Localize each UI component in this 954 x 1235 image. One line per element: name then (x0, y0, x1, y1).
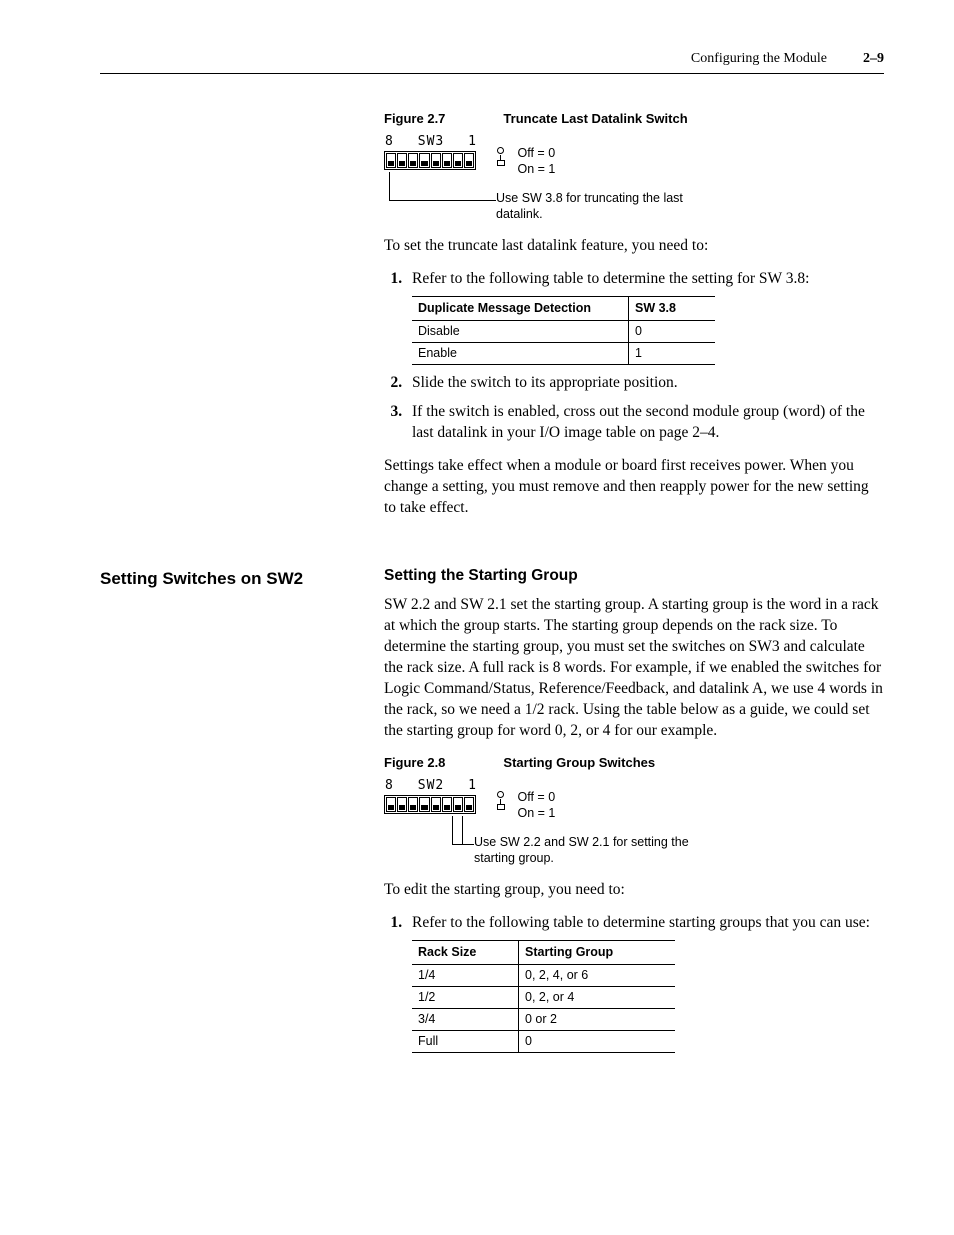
legend-off: Off = 0 (518, 790, 556, 806)
table-cell: 1 (629, 343, 716, 365)
table-cell: Enable (412, 343, 629, 365)
callout-leader-line (384, 172, 496, 214)
section-heading-left: Setting Switches on SW2 (100, 566, 360, 1064)
step-text: Refer to the following table to determin… (412, 270, 809, 287)
figure-2-7: 8 SW3 1 Off = 0 On = 1 Use (384, 133, 884, 222)
dip-index-right: 1 (468, 777, 477, 795)
dip-orientation-icon (496, 791, 506, 810)
table-starting-group: Rack Size Starting Group 1/4 0, 2, 4, or… (412, 940, 675, 1052)
steps-list-1: Refer to the following table to determin… (384, 269, 884, 443)
figure-2-8-caption: Figure 2.8 Starting Group Switches (384, 754, 884, 772)
intro-paragraph: To edit the starting group, you need to: (384, 880, 884, 901)
steps-list-2: Refer to the following table to determin… (384, 913, 884, 1052)
page-header: Configuring the Module 2–9 (100, 50, 884, 74)
dip-index-right: 1 (468, 133, 477, 151)
step-text: If the switch is enabled, cross out the … (412, 403, 865, 441)
dip-switch-sw2: 8 SW2 1 (384, 777, 478, 814)
dip-legend: Off = 0 On = 1 (518, 146, 556, 177)
dip-name: SW2 (418, 777, 444, 795)
table-cell: 0 (629, 321, 716, 343)
table-cell: 0, 2, or 4 (519, 987, 676, 1009)
figure-callout: Use SW 2.2 and SW 2.1 for setting the st… (474, 816, 694, 867)
sub-heading: Setting the Starting Group (384, 566, 884, 587)
step-text: Refer to the following table to determin… (412, 914, 870, 931)
table-header: Rack Size (412, 941, 519, 965)
table-cell: 3/4 (412, 1008, 519, 1030)
table-cell: 0 (519, 1030, 676, 1052)
legend-on: On = 1 (518, 162, 556, 178)
dip-index-left: 8 (385, 133, 394, 151)
dip-legend: Off = 0 On = 1 (518, 790, 556, 821)
figure-id: Figure 2.7 (384, 111, 445, 126)
figure-2-7-caption: Figure 2.7 Truncate Last Datalink Switch (384, 110, 884, 128)
dip-index-left: 8 (385, 777, 394, 795)
table-header: Duplicate Message Detection (412, 297, 629, 321)
table-cell: 1/2 (412, 987, 519, 1009)
figure-2-8: 8 SW2 1 Off = 0 On = 1 (384, 777, 884, 866)
legend-off: Off = 0 (518, 146, 556, 162)
figure-id: Figure 2.8 (384, 755, 445, 770)
legend-on: On = 1 (518, 806, 556, 822)
figure-title: Starting Group Switches (503, 755, 655, 770)
dip-orientation-icon (496, 147, 506, 166)
table-header: Starting Group (519, 941, 676, 965)
table-cell: 1/4 (412, 965, 519, 987)
step-text: Slide the switch to its appropriate posi… (412, 374, 678, 391)
dip-switch-sw3: 8 SW3 1 (384, 133, 478, 170)
dip-name: SW3 (418, 133, 444, 151)
table-cell: Full (412, 1030, 519, 1052)
callout-leader-line (384, 816, 474, 858)
table-cell: Disable (412, 321, 629, 343)
table-cell: 0 or 2 (519, 1008, 676, 1030)
starting-group-paragraph: SW 2.2 and SW 2.1 set the starting group… (384, 595, 884, 741)
figure-title: Truncate Last Datalink Switch (503, 111, 687, 126)
table-cell: 0, 2, 4, or 6 (519, 965, 676, 987)
intro-paragraph: To set the truncate last datalink featur… (384, 236, 884, 257)
table-sw38: Duplicate Message Detection SW 3.8 Disab… (412, 296, 715, 365)
power-paragraph: Settings take effect when a module or bo… (384, 456, 884, 519)
table-header: SW 3.8 (629, 297, 716, 321)
chapter-title: Configuring the Module (691, 50, 827, 69)
page-number: 2–9 (863, 50, 884, 69)
figure-callout: Use SW 3.8 for truncating the last datal… (496, 172, 716, 223)
